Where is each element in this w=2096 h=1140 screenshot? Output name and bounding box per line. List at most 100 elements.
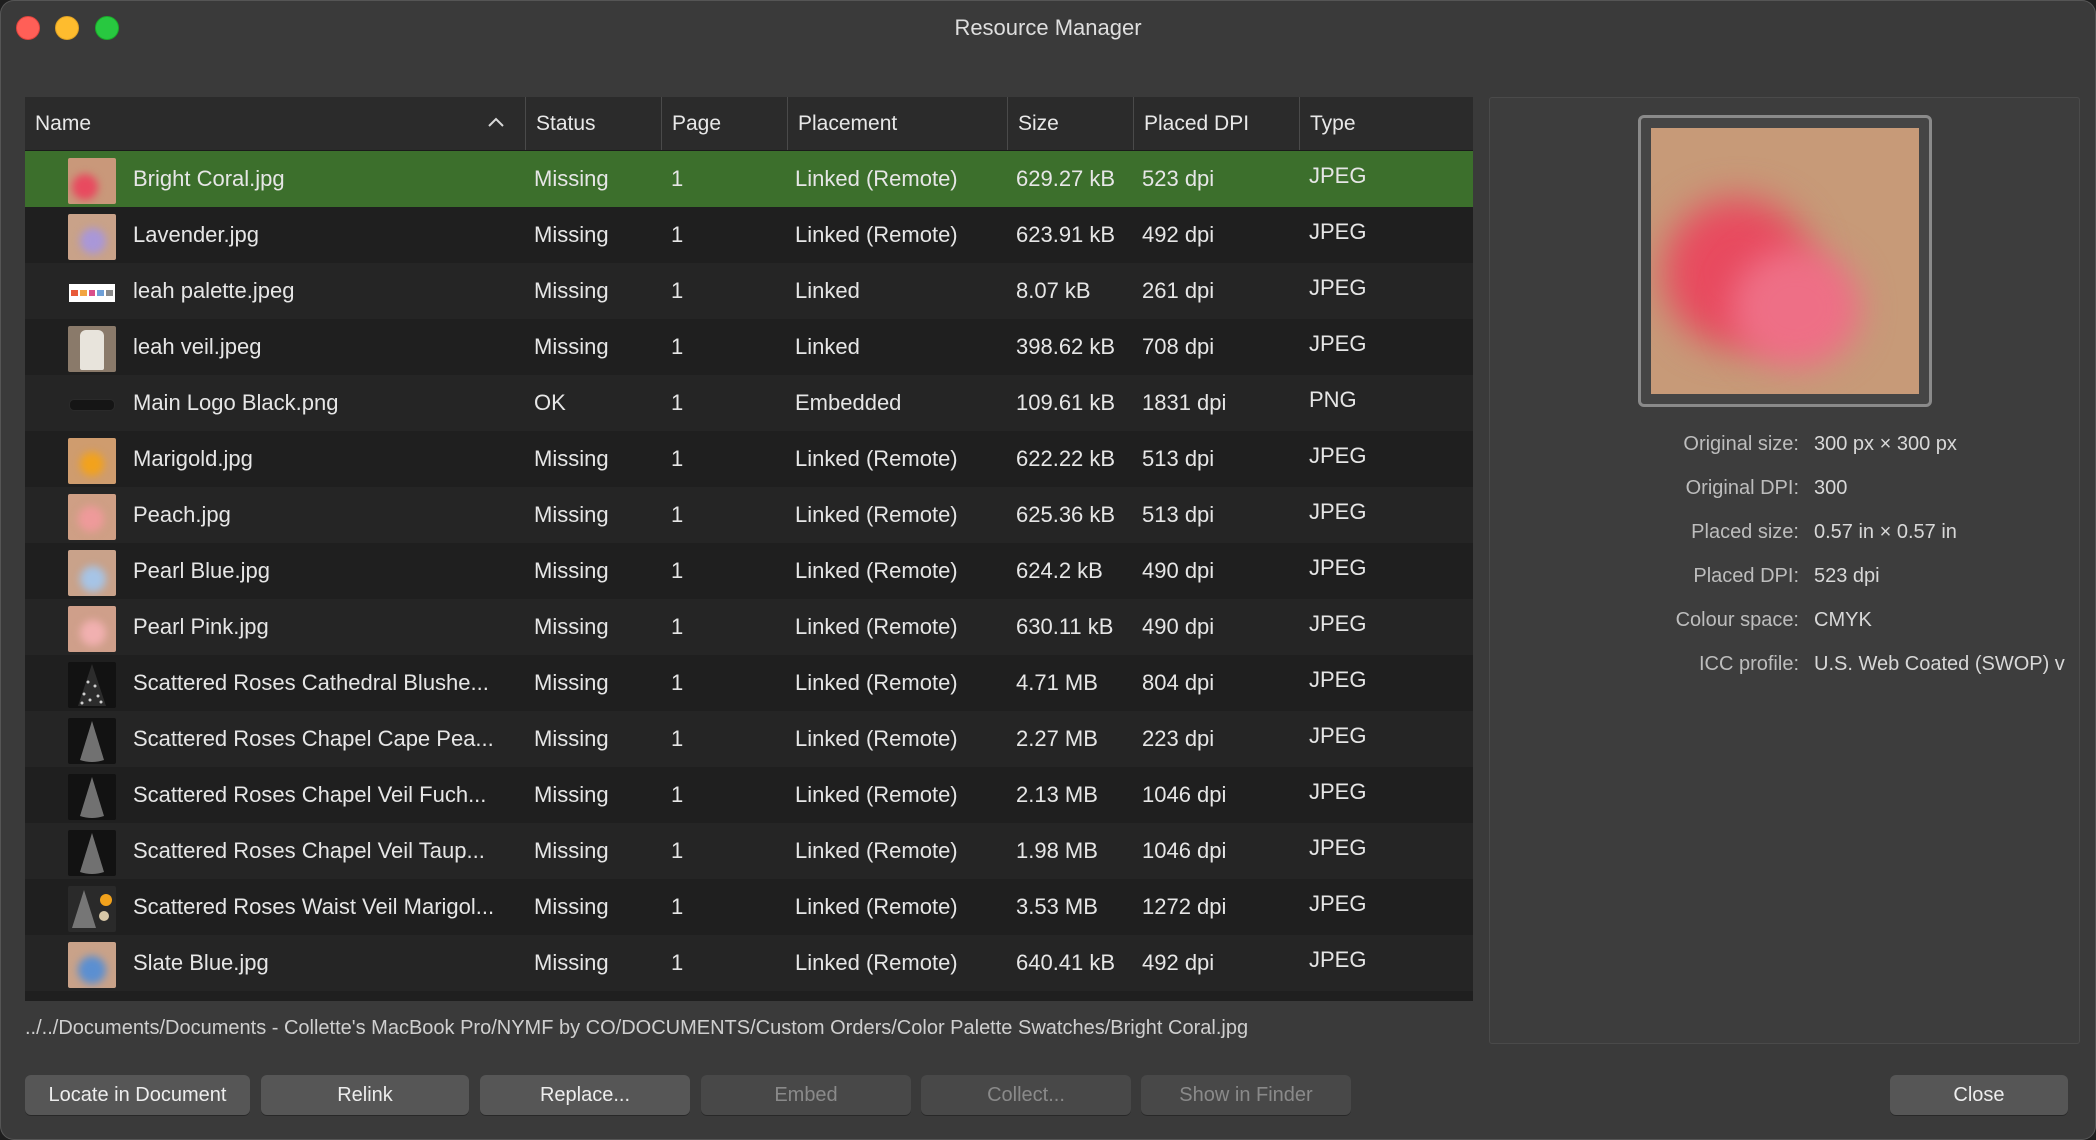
table-row[interactable]: Marigold.jpg Missing 1 Linked (Remote) 622.2… [25, 431, 1473, 487]
placement-cell: Linked (Remote) [795, 502, 958, 527]
table-row[interactable]: Peach.jpg Missing 1 Linked (Remote) 625.36 k… [25, 487, 1473, 543]
status-cell: Missing [534, 166, 609, 191]
table-row[interactable]: Scattered Roses Chapel Veil Taup... Missi… [25, 823, 1473, 879]
placed-dpi-value: 523 dpi [1814, 565, 1880, 587]
placement-cell: Linked (Remote) [795, 614, 958, 639]
size-cell: 2.13 MB [1016, 782, 1098, 807]
page-cell: 1 [671, 334, 684, 359]
table-row[interactable]: Pearl Pink.jpg Missing 1 Linked (Remote) 630… [25, 599, 1473, 655]
table-row[interactable]: Pearl Blue.jpg Missing 1 Linked (Remote) 624… [25, 543, 1473, 599]
file-thumbnail [68, 326, 116, 372]
placement-cell: Linked (Remote) [795, 558, 958, 583]
file-path: ../../Documents/Documents - Collette's M… [25, 1017, 1249, 1039]
file-name: Slate Blue.jpg [133, 950, 269, 975]
dpi-cell: 490 dpi [1142, 558, 1215, 583]
page-cell: 1 [671, 446, 684, 471]
colour-space-value: CMYK [1814, 609, 1872, 631]
table-row[interactable]: Bright Coral.jpg Missing 1 Linked (Remote) 6… [25, 151, 1473, 207]
file-name: leah palette.jpeg [133, 278, 295, 303]
file-name: leah veil.jpeg [133, 334, 262, 359]
status-cell: Missing [534, 782, 609, 807]
type-cell: JPEG [1309, 667, 1367, 692]
column-header-name[interactable]: Name [25, 97, 525, 150]
table-row[interactable]: Scattered Roses Chapel Cape Pea... Missin… [25, 711, 1473, 767]
dpi-cell: 492 dpi [1142, 950, 1215, 975]
table-row[interactable]: leah palette.jpeg Missing 1 Linked 8.07 kB 26… [25, 263, 1473, 319]
image-details: Original size: 300 px × 300 px Original D… [1490, 433, 2079, 697]
file-thumbnail [68, 550, 116, 596]
collect-button[interactable]: Collect... [921, 1075, 1131, 1115]
dpi-cell: 1831 dpi [1142, 390, 1227, 415]
size-cell: 2.27 MB [1016, 726, 1098, 751]
status-cell: Missing [534, 446, 609, 471]
size-cell: 622.22 kB [1016, 446, 1116, 471]
relink-button[interactable]: Relink [261, 1075, 469, 1115]
page-cell: 1 [671, 166, 684, 191]
locate-in-document-button[interactable]: Locate in Document [25, 1075, 250, 1115]
show-in-finder-button[interactable]: Show in Finder [1141, 1075, 1351, 1115]
file-thumbnail [68, 494, 116, 540]
close-button[interactable]: Close [1890, 1075, 2068, 1115]
dpi-cell: 492 dpi [1142, 222, 1215, 247]
size-cell: 640.41 kB [1016, 950, 1116, 975]
placement-cell: Linked [795, 278, 860, 303]
placement-cell: Linked (Remote) [795, 894, 958, 919]
page-cell: 1 [671, 502, 684, 527]
placement-cell: Linked (Remote) [795, 726, 958, 751]
file-thumbnail [68, 774, 116, 820]
file-thumbnail [68, 662, 116, 708]
status-cell: Missing [534, 726, 609, 751]
page-cell: 1 [671, 390, 684, 415]
type-cell: JPEG [1309, 611, 1367, 636]
table-row[interactable]: leah veil.jpeg Missing 1 Linked 398.62 kB 708… [25, 319, 1473, 375]
file-name: Scattered Roses Chapel Veil Fuch... [133, 782, 487, 807]
status-cell: Missing [534, 502, 609, 527]
page-cell: 1 [671, 222, 684, 247]
placed-size-label: Placed size: [1691, 521, 1799, 543]
embed-button[interactable]: Embed [701, 1075, 911, 1115]
page-cell: 1 [671, 838, 684, 863]
table-row[interactable]: Lavender.jpg Missing 1 Linked (Remote) 623.9… [25, 207, 1473, 263]
column-header-size[interactable]: Size [1007, 97, 1133, 150]
dpi-cell: 223 dpi [1142, 726, 1215, 751]
table-row[interactable]: Scattered Roses Chapel Veil Fuch... Missi… [25, 767, 1473, 823]
column-header-placement[interactable]: Placement [787, 97, 1007, 150]
file-thumbnail [68, 606, 116, 652]
colour-space-label: Colour space: [1675, 609, 1799, 631]
table-row[interactable]: Slate Blue.jpg Missing 1 Linked (Remote) 640… [25, 935, 1473, 991]
sort-ascending-icon[interactable] [487, 114, 505, 132]
file-thumbnail [68, 942, 116, 988]
column-header-type[interactable]: Type [1299, 97, 1473, 150]
column-header-status[interactable]: Status [525, 97, 661, 150]
type-cell: JPEG [1309, 499, 1367, 524]
file-thumbnail [68, 438, 116, 484]
type-cell: JPEG [1309, 219, 1367, 244]
size-cell: 1.98 MB [1016, 838, 1098, 863]
dpi-cell: 804 dpi [1142, 670, 1215, 695]
file-name: Main Logo Black.png [133, 390, 339, 415]
column-header-placed-dpi[interactable]: Placed DPI [1133, 97, 1299, 150]
original-size-value: 300 px × 300 px [1814, 433, 1957, 455]
size-cell: 624.2 kB [1016, 558, 1103, 583]
status-cell: Missing [534, 222, 609, 247]
table-row[interactable]: Main Logo Black.png OK 1 Embedded 109.61 kB 1… [25, 375, 1473, 431]
type-cell: JPEG [1309, 835, 1367, 860]
table-row[interactable]: Scattered Roses Waist Veil Marigol... Mis… [25, 879, 1473, 935]
dpi-cell: 490 dpi [1142, 614, 1215, 639]
file-thumbnail [68, 830, 116, 876]
type-cell: JPEG [1309, 163, 1367, 188]
size-cell: 629.27 kB [1016, 166, 1116, 191]
column-header-label: Name [35, 112, 92, 135]
file-name: Scattered Roses Chapel Cape Pea... [133, 726, 494, 751]
replace-button[interactable]: Replace... [480, 1075, 690, 1115]
type-cell: JPEG [1309, 443, 1367, 468]
resource-manager-window: Resource Manager Name Status Page Placem… [0, 0, 2096, 1140]
file-thumbnail [68, 886, 116, 932]
column-header-page[interactable]: Page [661, 97, 787, 150]
size-cell: 625.36 kB [1016, 502, 1116, 527]
type-cell: JPEG [1309, 555, 1367, 580]
title-bar: Resource Manager [0, 0, 2096, 56]
size-cell: 109.61 kB [1016, 390, 1116, 415]
status-cell: Missing [534, 334, 609, 359]
table-row[interactable]: Scattered Roses Cathedral Blushe... Missi… [25, 655, 1473, 711]
